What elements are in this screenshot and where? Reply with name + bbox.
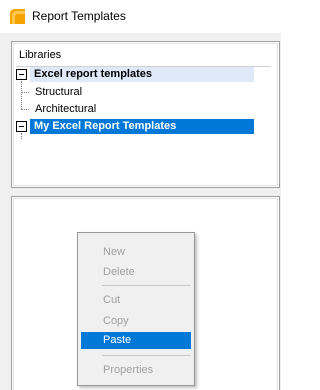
collapse-icon[interactable] — [16, 121, 27, 132]
tree-item-label: My Excel Report Templates — [34, 120, 177, 132]
menu-separator — [102, 355, 191, 356]
tree-connector — [21, 100, 22, 109]
tree-connector — [21, 92, 29, 93]
title-bar: Report Templates — [0, 0, 281, 33]
context-menu: New Delete Cut Copy Paste Properties — [77, 232, 195, 386]
window-title: Report Templates — [32, 9, 126, 23]
menu-item-cut[interactable]: Cut — [81, 292, 191, 309]
tree-item-architectural[interactable]: Architectural — [35, 102, 96, 117]
tree-item-label: Structural — [35, 86, 83, 98]
tree-item-excel-report-templates[interactable]: Excel report templates — [30, 67, 254, 82]
tree-item-label: Architectural — [35, 103, 97, 115]
tree-connector — [21, 81, 22, 101]
menu-item-new[interactable]: New — [81, 244, 191, 261]
tree-connector — [21, 109, 29, 110]
collapse-icon[interactable] — [16, 69, 27, 80]
tree-item-structural[interactable]: Structural — [35, 85, 82, 100]
menu-item-paste[interactable]: Paste — [81, 332, 191, 349]
menu-item-delete[interactable]: Delete — [81, 264, 191, 281]
menu-separator — [102, 285, 191, 286]
tree-header: Libraries — [19, 49, 62, 61]
tree-item-label: Excel report templates — [34, 68, 152, 80]
menu-item-copy[interactable]: Copy — [81, 313, 191, 330]
app-icon — [9, 8, 26, 25]
menu-item-properties[interactable]: Properties — [81, 362, 191, 379]
tree-connector — [21, 133, 22, 139]
tree-item-my-excel-report-templates[interactable]: My Excel Report Templates — [30, 119, 254, 134]
